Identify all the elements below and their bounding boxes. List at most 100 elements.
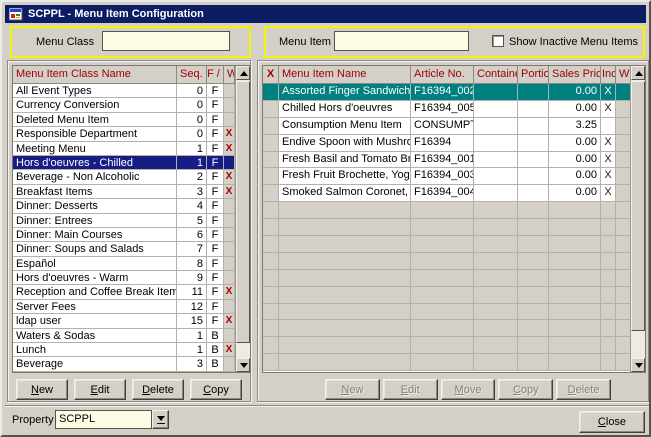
class-grid-row[interactable]: ldap user15FX — [13, 314, 235, 328]
class-grid-row[interactable]: Deleted Menu Item0F — [13, 113, 235, 127]
grid-cell — [601, 236, 616, 253]
column-header: Container — [474, 66, 518, 84]
class-grid-row[interactable]: Dinner: Desserts4F — [13, 199, 235, 213]
item-grid-empty-row[interactable] — [263, 253, 632, 270]
item-grid-row[interactable]: Chilled Hors d'oeuvresF16394_0050.00X — [263, 101, 632, 118]
grid-cell: Breakfast Items — [13, 185, 177, 199]
menu-item-input[interactable] — [334, 31, 469, 51]
item-grid-empty-row[interactable] — [263, 304, 632, 321]
class-copy-button[interactable]: Copy — [190, 379, 242, 400]
property-combobox[interactable]: SCPPL — [55, 410, 152, 429]
grid-cell: F — [207, 98, 224, 112]
class-grid-row[interactable]: Responsible Department0FX — [13, 127, 235, 141]
class-grid-row[interactable]: Server Fees12F — [13, 300, 235, 314]
item-grid-row[interactable]: Smoked Salmon Coronet, DillF16394_0040.0… — [263, 185, 632, 202]
grid-cell — [518, 118, 549, 135]
scroll-up-button[interactable] — [631, 66, 645, 80]
grid-cell — [601, 304, 616, 321]
class-grid-row[interactable]: Meeting Menu1FX — [13, 142, 235, 156]
item-grid-empty-row[interactable] — [263, 270, 632, 287]
grid-cell: Beverage — [13, 357, 177, 371]
grid-cell — [279, 337, 411, 354]
grid-cell — [601, 219, 616, 236]
grid-cell: 3.25 — [549, 118, 601, 135]
item-grid-empty-row[interactable] — [263, 287, 632, 304]
title-bar[interactable]: SCPPL - Menu Item Configuration — [5, 5, 646, 23]
grid-cell — [224, 257, 235, 271]
class-grid-row[interactable]: Lunch1BX — [13, 343, 235, 357]
grid-cell: F — [207, 113, 224, 127]
grid-cell — [474, 337, 518, 354]
grid-cell — [518, 219, 549, 236]
class-grid-row[interactable]: All Event Types0F — [13, 84, 235, 98]
item-grid-row[interactable]: Endive Spoon with Mushroom IF163940.00X — [263, 135, 632, 152]
grid-cell: Endive Spoon with Mushroom I — [279, 135, 411, 152]
grid-cell — [263, 320, 279, 337]
grid-cell: F — [207, 156, 224, 170]
item-grid-empty-row[interactable] — [263, 337, 632, 354]
grid-cell — [518, 287, 549, 304]
menu-class-input[interactable] — [102, 31, 230, 51]
class-grid-row[interactable]: Hors d'oeuvres - Chilled1F — [13, 156, 235, 170]
item-grid-empty-row[interactable] — [263, 354, 632, 371]
item-grid-row[interactable]: Fresh Fruit Brochette, Yogurt SF16394_00… — [263, 168, 632, 185]
grid-cell: Deleted Menu Item — [13, 113, 177, 127]
scroll-thumb[interactable] — [631, 81, 645, 331]
grid-cell — [263, 270, 279, 287]
item-grid-empty-row[interactable] — [263, 320, 632, 337]
scroll-up-button[interactable] — [236, 66, 250, 80]
item-move-button[interactable]: Move — [441, 379, 496, 400]
item-delete-button[interactable]: Delete — [556, 379, 611, 400]
item-grid-empty-row[interactable] — [263, 202, 632, 219]
scroll-down-button[interactable] — [631, 358, 645, 372]
item-new-button[interactable]: New — [325, 379, 380, 400]
grid-cell: Reception and Coffee Break Items — [13, 285, 177, 299]
class-new-button[interactable]: New — [16, 379, 68, 400]
item-grid-scrollbar[interactable] — [630, 66, 645, 372]
item-edit-button[interactable]: Edit — [383, 379, 438, 400]
class-grid-row[interactable]: Dinner: Main Courses6F — [13, 228, 235, 242]
class-grid-row[interactable]: Hors d'oeuvres - Warm9F — [13, 271, 235, 285]
class-grid-row[interactable]: Beverage - Non Alcoholic2FX — [13, 170, 235, 184]
grid-cell: 0 — [177, 113, 207, 127]
grid-cell — [601, 118, 616, 135]
grid-cell — [279, 320, 411, 337]
grid-cell — [474, 168, 518, 185]
grid-cell: Dinner: Entrees — [13, 214, 177, 228]
grid-cell — [549, 219, 601, 236]
grid-cell — [518, 202, 549, 219]
grid-cell — [263, 354, 279, 371]
item-grid-row[interactable]: Assorted Finger SandwichesF16394_0020.00… — [263, 84, 632, 101]
class-delete-button[interactable]: Delete — [132, 379, 184, 400]
class-grid-row[interactable]: Reception and Coffee Break Items11FX — [13, 285, 235, 299]
class-grid-row[interactable]: Español8F — [13, 257, 235, 271]
grid-cell: F — [207, 127, 224, 141]
grid-cell: 3 — [177, 357, 207, 371]
item-grid-row[interactable]: Consumption Menu ItemCONSUMPTION3.25 — [263, 118, 632, 135]
item-grid-empty-row[interactable] — [263, 236, 632, 253]
class-grid-row[interactable]: Beverage3B — [13, 357, 235, 371]
arrow-up-icon — [635, 71, 643, 76]
item-copy-button[interactable]: Copy — [498, 379, 553, 400]
class-grid-row[interactable]: Currency Conversion0F — [13, 98, 235, 112]
scroll-thumb[interactable] — [236, 81, 250, 343]
grid-cell — [518, 253, 549, 270]
close-button[interactable]: Close — [579, 411, 645, 433]
grid-cell — [263, 253, 279, 270]
grid-cell: 3 — [177, 185, 207, 199]
class-grid-row[interactable]: Dinner: Entrees5F — [13, 214, 235, 228]
class-grid-row[interactable]: Breakfast Items3FX — [13, 185, 235, 199]
item-grid-empty-row[interactable] — [263, 219, 632, 236]
property-dropdown-button[interactable] — [152, 410, 169, 429]
grid-cell: F — [207, 242, 224, 256]
class-grid-row[interactable]: Waters & Sodas1B — [13, 329, 235, 343]
grid-cell — [474, 304, 518, 321]
class-grid-row[interactable]: Dinner: Soups and Salads7F — [13, 242, 235, 256]
item-grid-row[interactable]: Fresh Basil and Tomato BruscF16394_0010.… — [263, 152, 632, 169]
scroll-down-button[interactable] — [236, 358, 250, 372]
show-inactive-checkbox[interactable] — [492, 35, 504, 47]
class-edit-button[interactable]: Edit — [74, 379, 126, 400]
grid-cell: 0.00 — [549, 152, 601, 169]
class-grid-scrollbar[interactable] — [235, 66, 250, 372]
grid-cell: 11 — [177, 285, 207, 299]
